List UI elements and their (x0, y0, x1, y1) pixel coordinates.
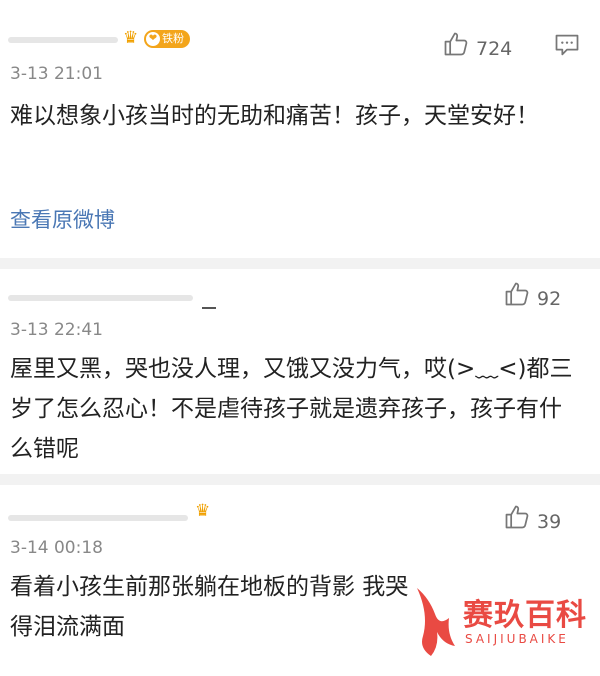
watermark-subtitle: SAIJIUBAIKE (465, 632, 569, 646)
thumbs-up-icon (444, 32, 468, 56)
thumbs-up-icon (505, 505, 529, 529)
comment-card-1: ♛ ❤ 铁粉 724 3-13 21:01 难以想象小孩当时的无助和痛苦！孩子，… (0, 0, 600, 258)
separator (0, 258, 600, 269)
comment-card-2: 92 3-13 22:41 屋里又黑，哭也没人理，又饿又没力气，哎(>﹏<)都三… (0, 269, 600, 474)
comment-time: 3-13 21:01 (10, 64, 103, 84)
watermark-title: 赛玖百科 (463, 598, 587, 633)
username-dash (202, 307, 216, 309)
separator (0, 474, 600, 485)
comment-text: 屋里又黑，哭也没人理，又饿又没力气，哎(>﹏<)都三岁了怎么忍心！不是虐待孩子就… (10, 356, 573, 462)
comment-icon[interactable] (553, 31, 581, 59)
username-blurred[interactable] (8, 515, 188, 521)
view-original-link[interactable]: 查看原微博 (10, 204, 115, 234)
comment-time: 3-14 00:18 (10, 538, 103, 558)
username-blurred[interactable] (8, 295, 193, 301)
crown-icon: ♛ (195, 501, 211, 521)
thumbs-up-icon (505, 282, 529, 306)
comment-text: 难以想象小孩当时的无助和痛苦！孩子，天堂安好！ (10, 103, 539, 129)
crown-icon: ♛ (123, 28, 139, 48)
fan-badge: ❤ 铁粉 (144, 30, 190, 48)
badge-heart-icon: ❤ (146, 32, 160, 46)
like-button[interactable]: 92 (503, 280, 561, 310)
comment-time: 3-13 22:41 (10, 320, 103, 340)
watermark-logo-icon (417, 588, 455, 656)
like-button[interactable]: 39 (503, 503, 561, 533)
username-blurred[interactable] (8, 37, 118, 43)
watermark: 赛玖百科 SAIJIUBAIKE (405, 572, 595, 672)
like-button[interactable]: 724 (442, 30, 512, 60)
comment-text: 看着小孩生前那张躺在地板的背影 我哭得泪流满面 (10, 574, 409, 640)
